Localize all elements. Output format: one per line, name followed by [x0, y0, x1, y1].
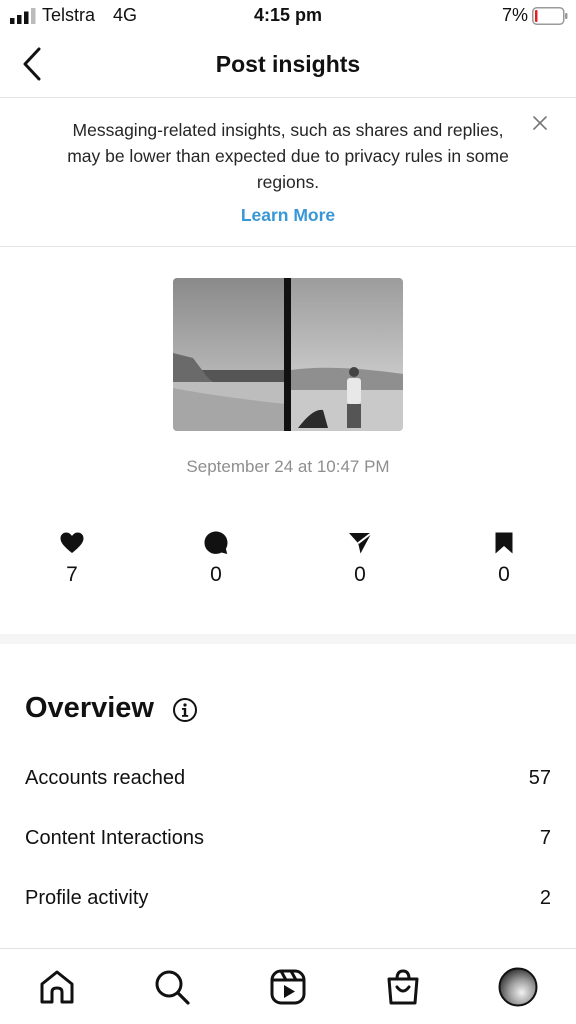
- learn-more-link[interactable]: Learn More: [0, 205, 576, 226]
- info-icon[interactable]: [172, 697, 198, 723]
- tab-search[interactable]: [152, 967, 192, 1007]
- share-icon: [349, 532, 373, 554]
- tab-shop[interactable]: [383, 967, 423, 1007]
- shop-icon: [387, 969, 419, 1005]
- header: Post insights: [0, 34, 576, 98]
- reels-icon: [270, 969, 306, 1005]
- stat-value: 7: [66, 563, 78, 586]
- bookmark-icon: [495, 532, 513, 554]
- heart-icon: [60, 532, 84, 553]
- accounts-reached-row[interactable]: Accounts reached 57: [25, 767, 551, 797]
- privacy-notice: Messaging-related insights, such as shar…: [0, 99, 576, 247]
- tab-profile[interactable]: [498, 967, 538, 1007]
- stat-likes: 7: [42, 530, 102, 587]
- stat-value: 0: [354, 563, 366, 586]
- post-date: September 24 at 10:47 PM: [186, 457, 390, 476]
- battery-icon: [532, 7, 568, 25]
- stat-value: 0: [498, 563, 510, 586]
- overview-heading: Overview: [25, 692, 154, 724]
- status-bar: Telstra 4G 4:15 pm 7%: [0, 0, 576, 34]
- stat-saves: 0: [474, 530, 534, 587]
- row-value: 57: [528, 767, 551, 789]
- tab-home[interactable]: [37, 967, 77, 1007]
- stat-comments: 0: [186, 530, 246, 587]
- bottom-tab-bar: [0, 948, 576, 1024]
- content-interactions-row[interactable]: Content Interactions 7: [25, 827, 551, 857]
- status-time: 4:15 pm: [253, 5, 323, 25]
- tab-reels[interactable]: [268, 967, 308, 1007]
- home-icon: [40, 970, 74, 1004]
- row-value: 2: [539, 887, 551, 909]
- row-label: Accounts reached: [25, 767, 186, 789]
- search-icon: [155, 970, 190, 1005]
- section-divider: [0, 634, 576, 644]
- post-thumbnail[interactable]: [173, 278, 403, 431]
- stat-shares: 0: [330, 530, 390, 587]
- row-value: 7: [539, 827, 551, 849]
- comment-icon: [204, 531, 228, 554]
- profile-activity-row[interactable]: Profile activity 2: [25, 887, 551, 917]
- stat-value: 0: [210, 563, 222, 586]
- close-icon[interactable]: [530, 113, 550, 133]
- notice-text: Messaging-related insights, such as shar…: [67, 120, 509, 192]
- row-label: Profile activity: [25, 887, 149, 909]
- battery-percent: 7%: [501, 5, 528, 25]
- profile-avatar: [498, 967, 538, 1007]
- page-title: Post insights: [215, 51, 361, 77]
- row-label: Content Interactions: [25, 827, 204, 849]
